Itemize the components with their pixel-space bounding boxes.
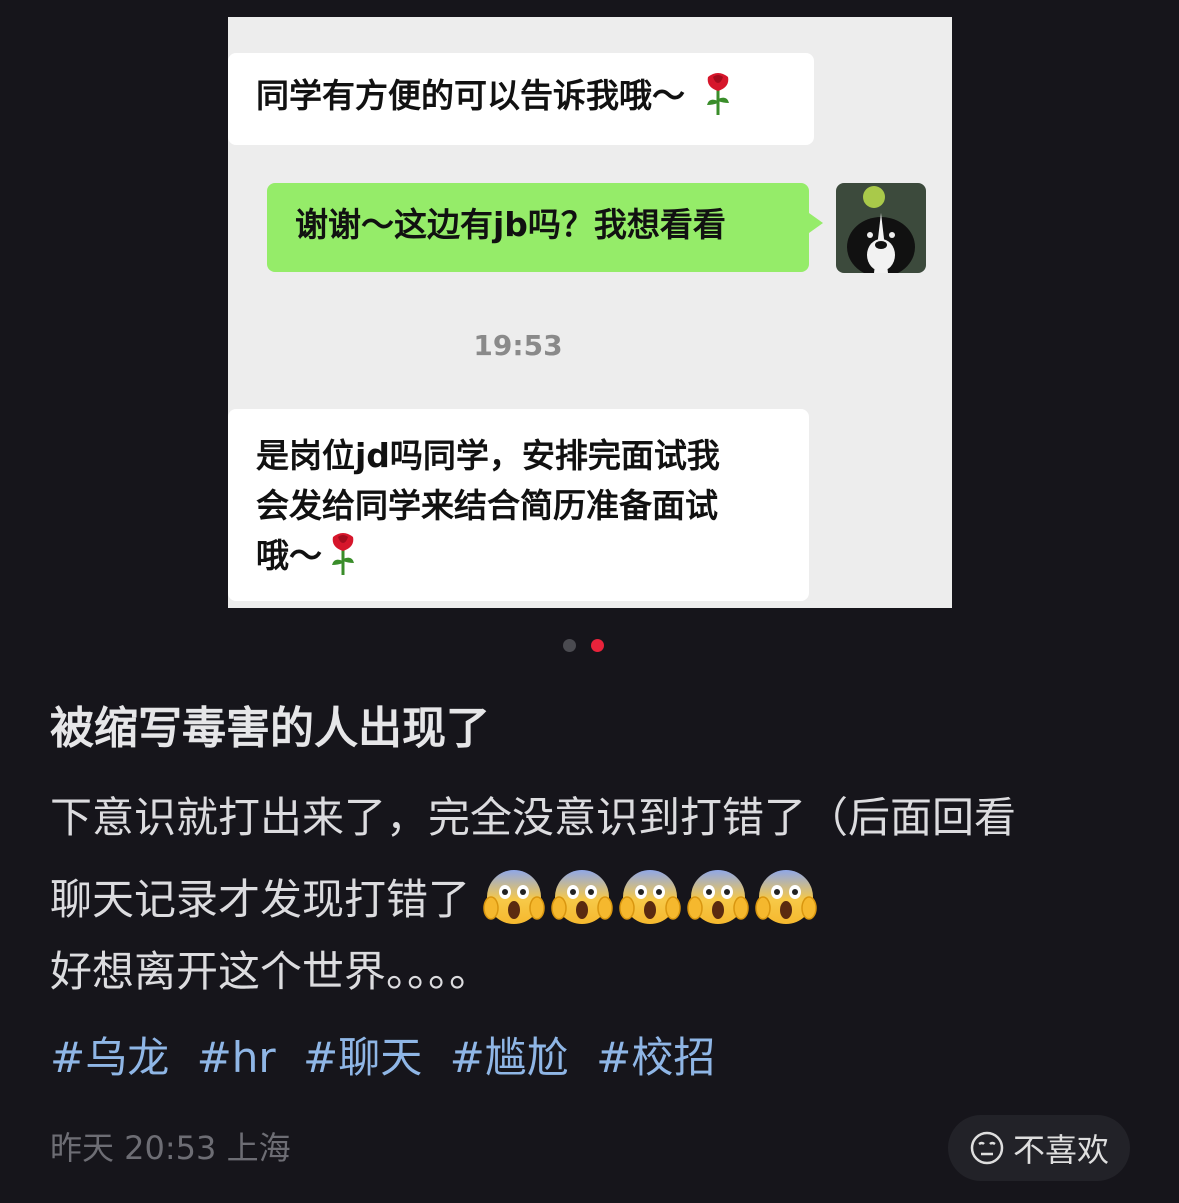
tag-list: #乌龙 #hr #聊天 #尴尬 #校招 bbox=[50, 1024, 729, 1085]
chat-timestamp: 19:53 bbox=[473, 329, 563, 362]
post-body-line: 下意识就打出来了，完全没意识到打错了（后面回看 bbox=[50, 793, 1017, 842]
emoji-group bbox=[483, 870, 823, 924]
hashtag-link[interactable]: #校招 bbox=[596, 1033, 715, 1082]
rose-icon bbox=[332, 533, 354, 575]
dog-avatar-icon bbox=[836, 183, 926, 273]
chat-bubble-received: 同学有方便的可以告诉我哦～ bbox=[228, 53, 814, 145]
carousel-dot[interactable] bbox=[563, 639, 576, 652]
face-screaming-in-fear-icon bbox=[687, 870, 750, 924]
face-screaming-in-fear-icon bbox=[483, 870, 546, 924]
chat-bubble-received: 是岗位jd吗同学，安排完面试我 会发给同学来结合简历准备面试 哦～ bbox=[228, 409, 809, 601]
chat-message-text: 同学有方便的可以告诉我哦～ bbox=[256, 76, 685, 115]
rose-icon bbox=[706, 73, 729, 115]
carousel-dot-active[interactable] bbox=[591, 639, 604, 652]
chat-message-text: 谢谢～这边有jb吗？我想看看 bbox=[295, 205, 726, 244]
carousel-indicator[interactable] bbox=[563, 639, 607, 653]
face-screaming-in-fear-icon bbox=[551, 870, 614, 924]
post-body-line: 聊天记录才发现打错了 bbox=[50, 866, 823, 928]
hashtag-link[interactable]: #尴尬 bbox=[450, 1033, 569, 1082]
face-screaming-in-fear-icon bbox=[755, 870, 818, 924]
neutral-face-icon bbox=[970, 1131, 1004, 1165]
dislike-label: 不喜欢 bbox=[1012, 1131, 1109, 1169]
chat-message-line: 哦～ bbox=[256, 531, 809, 581]
chat-bubble-sent: 谢谢～这边有jb吗？我想看看 bbox=[267, 183, 823, 272]
hashtag-link[interactable]: #聊天 bbox=[303, 1033, 422, 1082]
avatar bbox=[836, 183, 926, 273]
dislike-button[interactable]: 不喜欢 bbox=[948, 1115, 1130, 1181]
chat-message-line: 会发给同学来结合简历准备面试 bbox=[256, 486, 718, 525]
hashtag-link[interactable]: #hr bbox=[197, 1033, 276, 1082]
hashtag-link[interactable]: #乌龙 bbox=[50, 1033, 169, 1082]
post-title: 被缩写毒害的人出现了 bbox=[50, 703, 490, 754]
post-body-line: 好想离开这个世界。。。。 bbox=[50, 947, 492, 996]
chat-screenshot-image[interactable]: 同学有方便的可以告诉我哦～ 谢谢～这边有jb吗？我想看看 19:53 是岗位jd… bbox=[228, 17, 952, 608]
chat-message-line: 是岗位jd吗同学，安排完面试我 bbox=[256, 436, 720, 475]
face-screaming-in-fear-icon bbox=[619, 870, 682, 924]
post-meta: 昨天 20:53 上海 bbox=[50, 1129, 291, 1167]
